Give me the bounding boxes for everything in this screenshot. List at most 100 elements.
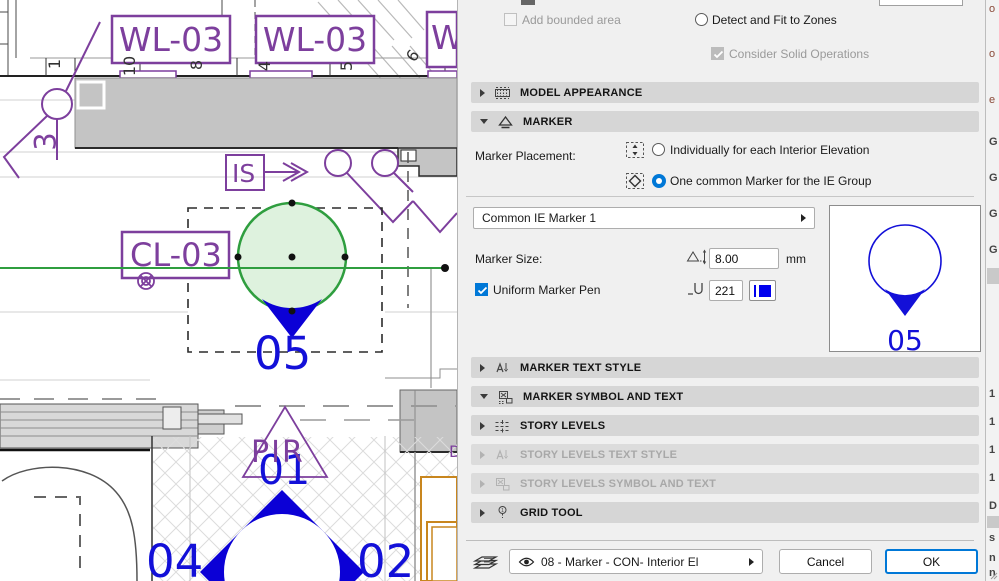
clipped-text: G [989, 244, 998, 256]
common-placement-icon [626, 173, 644, 189]
pen-number-input[interactable] [709, 280, 743, 301]
pen-color-button[interactable] [749, 280, 776, 301]
section-model-appearance[interactable]: MODEL APPEARANCE [471, 82, 979, 103]
section-label: STORY LEVELS [520, 419, 606, 432]
wall-number: 4 [255, 60, 275, 72]
layers-icon [472, 556, 499, 569]
section-label: MARKER TEXT STYLE [520, 361, 642, 374]
check-icon [713, 50, 724, 59]
marker-preview: 05 [829, 205, 981, 357]
wall-number: 10 [120, 55, 140, 77]
wall-number: 1 [45, 58, 65, 70]
chevron-right-icon [480, 450, 485, 459]
individual-placement-icon [626, 142, 644, 158]
ie-marker-number-02: 02 [357, 535, 415, 581]
clipped-text: e [989, 94, 996, 106]
text-style-icon [496, 448, 508, 459]
text-style-icon [496, 361, 508, 372]
uniform-pen-label: Uniform Marker Pen [493, 283, 601, 297]
divider [466, 196, 974, 197]
placement-common-radio[interactable] [652, 174, 666, 188]
marker-placement-label: Marker Placement: [475, 149, 576, 163]
clipped-text: 1 [989, 472, 996, 484]
divider [466, 540, 974, 541]
symbol-text-icon [496, 477, 510, 490]
add-bounded-area-label: Add bounded area [522, 13, 621, 27]
clipped-text: s [989, 532, 996, 544]
detect-fit-zones-radio[interactable] [695, 13, 708, 26]
chevron-down-icon [480, 119, 488, 124]
clipped-text: G [989, 136, 998, 148]
wall-tag-wl03-b: WL-03 [262, 20, 368, 59]
placement-common-label: One common Marker for the IE Group [670, 174, 872, 188]
pen-color-bar [754, 284, 756, 297]
clipped-band [987, 268, 999, 284]
wall-number: 5 [337, 60, 357, 72]
chevron-right-icon [480, 421, 485, 430]
chevron-right-icon [801, 214, 806, 222]
wall-tag-wl03-partial: W [431, 18, 457, 57]
section-marker[interactable]: MARKER [471, 111, 979, 132]
marker-size-input[interactable] [709, 248, 779, 269]
section-marker-symbol-text[interactable]: MARKER SYMBOL AND TEXT [471, 386, 979, 407]
layer-name: 08 - Marker - CON- Interior El [541, 554, 699, 569]
ceiling-tag-cl03: CL-03 [130, 236, 222, 274]
clipped-text: G [989, 172, 998, 184]
consider-solid-label: Consider Solid Operations [729, 47, 870, 61]
ie-marker-number-05: 05 [254, 327, 312, 380]
section-grid-tool[interactable]: 1 GRID TOOL [471, 502, 979, 523]
is-tag: IS [232, 159, 256, 188]
ok-button[interactable]: OK [885, 549, 978, 574]
consider-solid-checkbox[interactable] [711, 47, 724, 60]
cancel-button[interactable]: Cancel [779, 549, 872, 574]
clipped-text: o [989, 48, 996, 60]
marker-size-label: Marker Size: [475, 252, 543, 266]
section-marker-text-style[interactable]: MARKER TEXT STYLE [471, 357, 979, 378]
cad-viewport[interactable]: WL-03 WL-03 W IS CL-03 05 01 PIR 04 02 3… [0, 0, 457, 581]
eye-icon [518, 557, 535, 566]
clipped-text: 1 [989, 444, 996, 456]
section-story-levels[interactable]: STORY LEVELS [471, 415, 979, 436]
pen-color-swatch [759, 284, 771, 297]
clipped-text: 1 [989, 388, 996, 400]
section-label: MARKER SYMBOL AND TEXT [523, 390, 684, 403]
chevron-right-icon [480, 363, 485, 372]
section-label: MODEL APPEARANCE [520, 86, 643, 99]
clipped-text: D [989, 500, 997, 512]
dimension-3: 3 [28, 132, 63, 151]
clipped-text: n [989, 552, 996, 564]
chevron-right-icon [749, 557, 754, 566]
section-story-levels-text-style: STORY LEVELS TEXT STYLE [471, 444, 979, 465]
clipped-input [879, 0, 963, 6]
symbol-text-icon [499, 390, 513, 404]
placement-individual-radio[interactable] [652, 143, 665, 156]
marker-type-value: Common IE Marker 1 [482, 211, 597, 225]
partial-d-tag: D [449, 442, 457, 461]
placement-individual-label: Individually for each Interior Elevation [670, 143, 870, 157]
chevron-right-icon [480, 508, 485, 517]
chevron-right-icon [480, 88, 485, 97]
wall-tag-wl03-a: WL-03 [118, 20, 224, 59]
marker-type-combo[interactable]: Common IE Marker 1 [473, 207, 815, 229]
section-label: STORY LEVELS SYMBOL AND TEXT [520, 477, 717, 490]
elevation-marker-icon [498, 115, 513, 128]
section-label: GRID TOOL [520, 506, 583, 519]
svg-text:1: 1 [501, 508, 504, 514]
marker-preview-number: 05 [887, 324, 923, 357]
pen-icon [688, 283, 703, 295]
uniform-pen-checkbox[interactable] [475, 283, 488, 296]
clipped-text: 1 [989, 416, 996, 428]
wall-number: 8 [187, 59, 207, 71]
clipped-text: G [989, 208, 998, 220]
marker-size-unit: mm [786, 252, 806, 266]
resize-grip-icon[interactable] [990, 572, 999, 580]
section-story-levels-symbol-text: STORY LEVELS SYMBOL AND TEXT [471, 473, 979, 494]
chevron-down-icon [480, 394, 488, 399]
app-window: WL-03 WL-03 W IS CL-03 05 01 PIR 04 02 3… [0, 0, 999, 581]
ie-settings-dialog: Add bounded area Detect and Fit to Zones… [457, 0, 985, 581]
layer-combo[interactable]: 08 - Marker - CON- Interior El [509, 549, 763, 574]
clipped-toolbar-icon [521, 0, 535, 5]
background-panel-sliver: o o e G G G G 1 1 1 1 D s n n [985, 0, 999, 581]
add-bounded-area-checkbox[interactable] [504, 13, 517, 26]
clipped-text: o [989, 3, 996, 15]
